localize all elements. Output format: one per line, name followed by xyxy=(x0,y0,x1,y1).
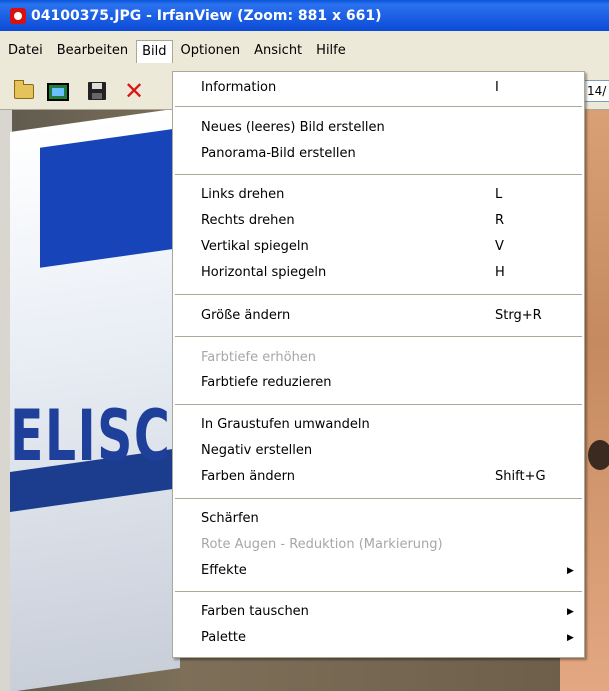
menu-bild[interactable]: Bild xyxy=(136,39,173,63)
menu-item-effekte[interactable]: Effekte ▶ xyxy=(173,558,584,584)
open-folder-icon[interactable] xyxy=(14,80,34,99)
menu-item-negativ[interactable]: Negativ erstellen xyxy=(173,438,584,464)
bild-menu-dropdown: Information I Neues (leeres) Bild erstel… xyxy=(172,71,585,658)
menu-datei[interactable]: Datei xyxy=(2,40,49,62)
menu-item-rechts-drehen[interactable]: Rechts drehen R xyxy=(173,208,584,234)
separator xyxy=(175,404,582,405)
menu-optionen[interactable]: Optionen xyxy=(175,40,247,62)
menu-bar: Datei Bearbeiten Bild Optionen Ansicht H… xyxy=(0,31,609,71)
menu-item-farben-tauschen[interactable]: Farben tauschen ▶ xyxy=(173,599,584,625)
eye-shape xyxy=(588,440,609,470)
separator xyxy=(175,294,582,295)
menu-item-vertikal-spiegeln[interactable]: Vertikal spiegeln V xyxy=(173,234,584,260)
menu-item-farbtiefe-reduzieren[interactable]: Farbtiefe reduzieren xyxy=(173,370,584,396)
save-floppy-icon[interactable] xyxy=(88,82,106,100)
submenu-arrow-icon: ▶ xyxy=(567,566,574,576)
menu-item-links-drehen[interactable]: Links drehen L xyxy=(173,182,584,208)
menu-item-panorama[interactable]: Panorama-Bild erstellen xyxy=(173,141,584,167)
menu-item-rote-augen: Rote Augen - Reduktion (Markierung) xyxy=(201,537,443,552)
separator xyxy=(175,106,582,107)
menu-item-neues-bild[interactable]: Neues (leeres) Bild erstellen xyxy=(173,115,584,141)
zoom-field[interactable]: 14/ xyxy=(584,80,609,102)
menu-item-horizontal-spiegeln[interactable]: Horizontal spiegeln H xyxy=(173,260,584,286)
separator xyxy=(175,174,582,175)
separator xyxy=(175,498,582,499)
menu-hilfe[interactable]: Hilfe xyxy=(310,40,352,62)
menu-item-farbtiefe-erhoehen: Farbtiefe erhöhen xyxy=(201,350,317,365)
menu-item-groesse-aendern[interactable]: Größe ändern Strg+R xyxy=(173,303,584,329)
title-bar: 04100375.JPG - IrfanView (Zoom: 881 x 66… xyxy=(0,0,609,31)
flag-lettering: ELISC xyxy=(10,395,172,477)
separator xyxy=(175,591,582,592)
separator xyxy=(175,336,582,337)
menu-item-farben-aendern[interactable]: Farben ändern Shift+G xyxy=(173,464,584,490)
delete-x-icon[interactable]: ✕ xyxy=(123,79,145,103)
menu-bearbeiten[interactable]: Bearbeiten xyxy=(51,40,134,62)
menu-item-palette[interactable]: Palette ▶ xyxy=(173,625,584,651)
filmstrip-icon[interactable] xyxy=(47,83,69,101)
submenu-arrow-icon: ▶ xyxy=(567,607,574,617)
submenu-arrow-icon: ▶ xyxy=(567,633,574,643)
menu-ansicht[interactable]: Ansicht xyxy=(248,40,308,62)
menu-item-schaerfen[interactable]: Schärfen xyxy=(173,506,584,532)
window-title: 04100375.JPG - IrfanView (Zoom: 881 x 66… xyxy=(31,7,382,24)
menu-item-graustufen[interactable]: In Graustufen umwandeln xyxy=(173,412,584,438)
irfanview-app-icon xyxy=(8,6,28,26)
menu-item-information[interactable]: Information I xyxy=(173,75,584,101)
